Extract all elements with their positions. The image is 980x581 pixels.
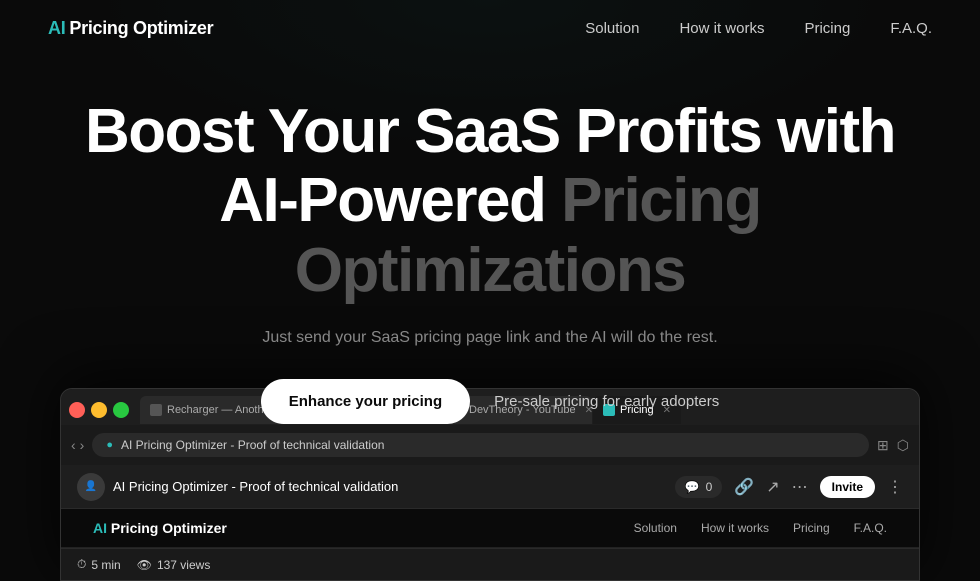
hero-title: Boost Your SaaS Profits with AI-Powered …: [60, 97, 920, 305]
video-title: AI Pricing Optimizer - Proof of technica…: [113, 479, 398, 494]
inner-page-nav: AI Pricing Optimizer Solution How it wor…: [61, 509, 919, 548]
clock-icon: ⏱: [77, 557, 86, 572]
share-icon[interactable]: ↗: [766, 477, 779, 497]
hero-title-line1: Boost Your SaaS Profits with: [85, 97, 895, 166]
main-nav: AI Pricing Optimizer Solution How it wor…: [0, 0, 980, 57]
inner-logo-rest: Pricing Optimizer: [107, 520, 227, 536]
cta-secondary-text: Pre-sale pricing for early adopters: [494, 393, 719, 410]
views-value: 137 views: [157, 558, 210, 572]
nav-links: Solution How it works Pricing F.A.Q.: [585, 20, 932, 38]
hero-subtitle: Just send your SaaS pricing page link an…: [60, 329, 920, 347]
inner-nav-faq[interactable]: F.A.Q.: [854, 521, 887, 535]
views-stat: 👁 137 views: [137, 558, 211, 572]
nav-pricing[interactable]: Pricing: [804, 20, 850, 37]
enhance-pricing-button[interactable]: Enhance your pricing: [261, 379, 470, 424]
logo: AI Pricing Optimizer: [48, 18, 213, 39]
logo-text: Pricing Optimizer: [69, 18, 213, 39]
inner-logo: AI Pricing Optimizer: [93, 520, 227, 536]
video-info: 👤 AI Pricing Optimizer - Proof of techni…: [77, 473, 398, 501]
more-icon[interactable]: ⋯: [792, 477, 808, 497]
inner-nav-how-it-works[interactable]: How it works: [701, 521, 769, 535]
kebab-icon[interactable]: ⋮: [887, 477, 903, 497]
duration-value: 5 min: [91, 558, 120, 572]
nav-how-it-works[interactable]: How it works: [679, 20, 764, 37]
logo-ai: AI: [48, 18, 65, 39]
inner-toolbar: 👤 AI Pricing Optimizer - Proof of techni…: [61, 465, 919, 509]
duration-stat: ⏱ 5 min: [77, 557, 121, 572]
nav-solution[interactable]: Solution: [585, 20, 639, 37]
invite-button[interactable]: Invite: [820, 476, 875, 498]
inner-nav-pricing[interactable]: Pricing: [793, 521, 830, 535]
stats-bar: ⏱ 5 min 👁 137 views: [61, 548, 919, 580]
hero-actions: Enhance your pricing Pre-sale pricing fo…: [60, 379, 920, 424]
comment-button[interactable]: 💬 0: [675, 476, 723, 498]
toolbar-actions: 💬 0 🔗 ↗ ⋯ Invite ⋮: [675, 476, 903, 498]
nav-faq[interactable]: F.A.Q.: [890, 20, 932, 37]
inner-logo-ai: AI: [93, 520, 107, 536]
avatar: 👤: [77, 473, 105, 501]
link-icon[interactable]: 🔗: [734, 477, 754, 497]
comment-icon: 💬: [685, 480, 700, 494]
eye-icon: 👁: [137, 558, 152, 572]
inner-nav-solution[interactable]: Solution: [634, 521, 677, 535]
hero-section: Boost Your SaaS Profits with AI-Powered …: [0, 57, 980, 454]
inner-nav-links: Solution How it works Pricing F.A.Q.: [634, 519, 887, 537]
hero-title-line2-white: AI-Powered: [219, 166, 561, 235]
comment-count: 0: [706, 480, 713, 494]
